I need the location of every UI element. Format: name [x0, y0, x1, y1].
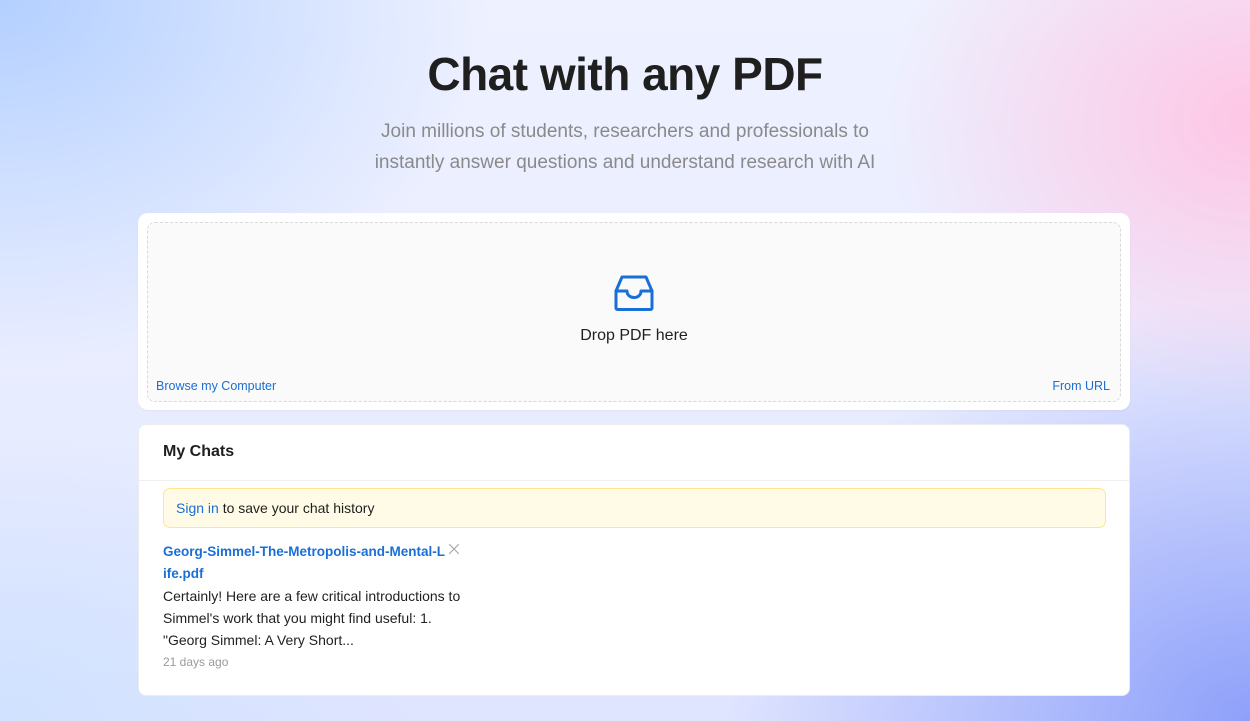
close-icon[interactable] — [448, 543, 460, 555]
my-chats-title: My Chats — [163, 443, 235, 460]
my-chats-card: My Chats Sign in to save your chat histo… — [138, 424, 1130, 696]
from-url-link[interactable]: From URL — [1052, 379, 1110, 393]
signin-alert-text: to save your chat history — [218, 500, 375, 516]
my-chats-header: My Chats — [139, 425, 1129, 481]
drop-pdf-label: Drop PDF here — [580, 327, 688, 344]
chat-file-link[interactable]: Georg-Simmel-The-Metropolis-and-Mental-L… — [163, 541, 448, 585]
chat-list-item[interactable]: Georg-Simmel-The-Metropolis-and-Mental-L… — [163, 541, 463, 669]
browse-computer-link[interactable]: Browse my Computer — [156, 379, 276, 393]
chat-timestamp: 21 days ago — [163, 655, 229, 669]
chat-snippet: Certainly! Here are a few critical intro… — [163, 588, 461, 648]
page-title: Chat with any PDF — [427, 48, 823, 100]
page-subtitle: Join millions of students, researchers a… — [0, 116, 1250, 178]
upload-card: Drop PDF here Browse my Computer From UR… — [138, 213, 1130, 410]
signin-alert: Sign in to save your chat history — [163, 488, 1106, 528]
inbox-icon — [614, 275, 654, 311]
sign-in-link[interactable]: Sign in — [176, 500, 219, 516]
pdf-dropzone[interactable]: Drop PDF here Browse my Computer From UR… — [147, 222, 1121, 402]
subtitle-line-1: Join millions of students, researchers a… — [381, 121, 869, 142]
subtitle-line-2: instantly answer questions and understan… — [374, 152, 876, 173]
